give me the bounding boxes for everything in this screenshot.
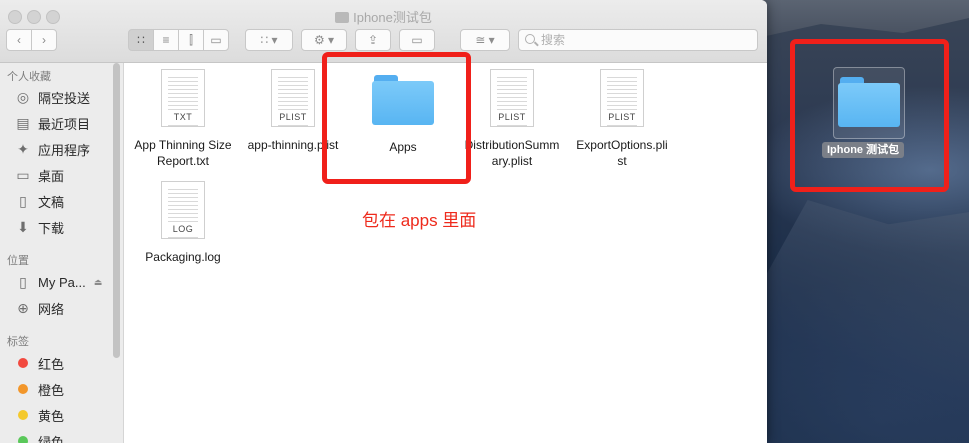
file-name: App Thinning Size Report.txt [134, 138, 232, 168]
disk-icon: ▯ [19, 273, 27, 290]
grid-icon: ∷ ▾ [260, 33, 278, 47]
file-item[interactable]: LOG Packaging.log [128, 181, 238, 265]
nav-buttons: ‹ › [6, 29, 57, 51]
window-title: Iphone测试包 [0, 7, 767, 26]
sidebar-scrollbar[interactable] [113, 63, 120, 358]
plist-file-icon: PLIST [490, 69, 534, 127]
sidebar-item-tag-green[interactable]: 绿色 [14, 431, 64, 443]
desktop-icon: ▭ [16, 166, 30, 183]
tag-dot-green [18, 436, 28, 443]
tag-dot-yellow [18, 410, 28, 420]
sidebar-header-favorites: 个人收藏 [7, 71, 51, 83]
file-name: ExportOptions.pli st [576, 138, 668, 168]
file-item[interactable]: TXT App Thinning Size Report.txt [128, 69, 238, 169]
gear-icon: ⚙ ▾ [313, 33, 335, 47]
share-icon: ⇪ [367, 33, 379, 47]
chevron-left-icon: ‹ [17, 33, 21, 47]
column-view-button[interactable]: ⫿ [178, 29, 204, 51]
search-placeholder: 搜索 [541, 33, 566, 47]
sidebar-item-documents[interactable]: ▯ 文稿 [14, 191, 64, 211]
sidebar-item-tag-red[interactable]: 红色 [14, 353, 64, 373]
highlight-box-apps [322, 52, 471, 184]
chevron-right-icon: › [42, 33, 46, 47]
grid-icon: ∷ [137, 33, 145, 47]
gallery-icon: ▭ [210, 33, 222, 47]
quick-actions-button[interactable]: ≅ ▾ [460, 29, 510, 51]
airdrop-icon: ◎ [16, 88, 30, 105]
sidebar-item-applications[interactable]: ✦ 应用程序 [14, 139, 90, 159]
action-button[interactable]: ⚙ ▾ [301, 29, 347, 51]
sidebar-item-airdrop[interactable]: ◎ 隔空投送 [14, 87, 90, 107]
sidebar: 个人收藏 ◎ 隔空投送 ▤ 最近项目 ✦ 应用程序 ▭ 桌面 ▯ 文稿 ⬇ 下载 位置 ▯ M… [0, 63, 124, 443]
pen-icon: ≅ ▾ [475, 33, 495, 47]
file-name: Packaging.log [145, 250, 221, 264]
sidebar-header-tags: 标签 [7, 336, 29, 348]
annotation-text: 包在 apps 里面 [362, 211, 477, 230]
sidebar-item-desktop[interactable]: ▭ 桌面 [14, 165, 64, 185]
tag-dot-orange [18, 384, 28, 394]
sidebar-item-recents[interactable]: ▤ 最近项目 [14, 113, 90, 133]
search-input[interactable]: 搜索 [518, 29, 758, 51]
tag-icon: ▭ [411, 33, 423, 47]
applications-icon: ✦ [17, 140, 29, 157]
back-button[interactable]: ‹ [6, 29, 32, 51]
documents-icon: ▯ [19, 192, 27, 209]
sidebar-item-tag-yellow[interactable]: 黄色 [14, 405, 64, 425]
finder-window: Iphone测试包 ‹ › ∷ ≡ ⫿ ▭ ∷ ▾ ⚙ ▾ ⇪ ▭ ≅ ▾ 搜索… [0, 0, 767, 443]
list-view-button[interactable]: ≡ [153, 29, 179, 51]
gallery-view-button[interactable]: ▭ [203, 29, 229, 51]
plist-file-icon: PLIST [600, 69, 644, 127]
forward-button[interactable]: › [31, 29, 57, 51]
plist-file-icon: PLIST [271, 69, 315, 127]
columns-icon: ⫿ [189, 32, 193, 47]
sidebar-item-tag-orange[interactable]: 橙色 [14, 379, 64, 399]
search-icon [525, 34, 535, 44]
list-icon: ≡ [162, 33, 170, 47]
network-icon: ⊕ [17, 299, 29, 316]
file-name: DistributionSumm ary.plist [464, 138, 560, 168]
tags-button[interactable]: ▭ [399, 29, 435, 51]
eject-icon[interactable]: ⏏ [94, 277, 103, 288]
folder-icon [335, 12, 350, 23]
sidebar-item-disk[interactable]: ▯ My Pa... ⏏ [14, 272, 102, 292]
icon-view-button[interactable]: ∷ [128, 29, 154, 51]
downloads-icon: ⬇ [17, 218, 29, 235]
text-file-icon: TXT [161, 69, 205, 127]
sidebar-item-downloads[interactable]: ⬇ 下载 [14, 217, 64, 237]
recents-icon: ▤ [16, 114, 30, 131]
log-file-icon: LOG [161, 181, 205, 239]
share-button[interactable]: ⇪ [355, 29, 391, 51]
tag-dot-red [18, 358, 28, 368]
file-item[interactable]: PLIST ExportOptions.pli st [567, 69, 677, 169]
group-button[interactable]: ∷ ▾ [245, 29, 293, 51]
view-mode-buttons: ∷ ≡ ⫿ ▭ [128, 29, 229, 51]
sidebar-header-locations: 位置 [7, 255, 29, 267]
highlight-box-desktop [790, 39, 949, 192]
sidebar-item-network[interactable]: ⊕ 网络 [14, 298, 64, 318]
file-item[interactable]: PLIST DistributionSumm ary.plist [457, 69, 567, 169]
